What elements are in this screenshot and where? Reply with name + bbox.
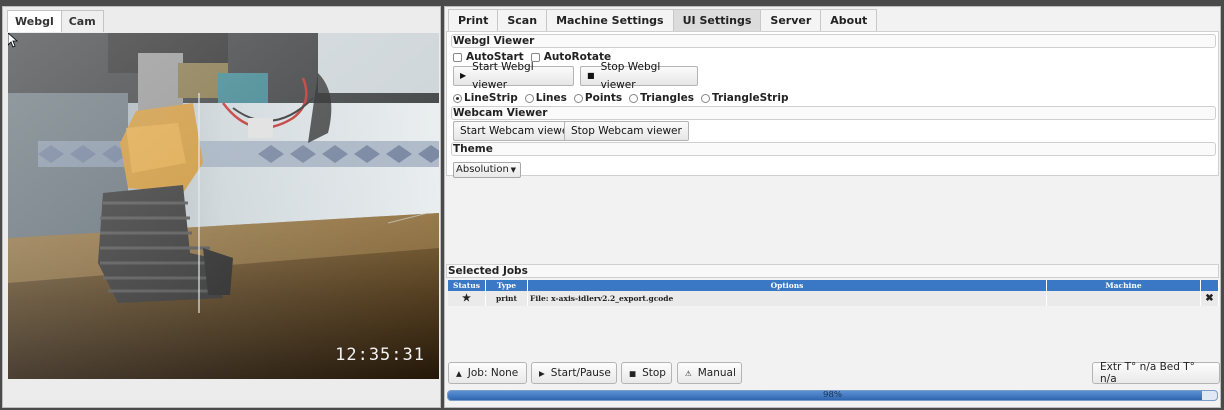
webgl-cam-panel: Webgl Cam 12:35:31 — [2, 6, 441, 408]
ui-settings-pane: Webgl Viewer AutoStart AutoRotate ▶ Star… — [446, 31, 1219, 178]
manual-button[interactable]: ⚠ Manual — [677, 362, 742, 384]
play-icon: ▶ — [539, 368, 545, 378]
autostart-checkbox[interactable] — [453, 52, 462, 62]
webcam-feed: 12:35:31 — [8, 33, 439, 379]
tab-print[interactable]: Print — [448, 9, 499, 32]
start-webgl-button[interactable]: ▶ Start Webgl viewer — [453, 61, 574, 91]
job-menu-button[interactable]: ▲ Job: None — [448, 362, 527, 384]
tab-scan[interactable]: Scan — [497, 9, 548, 32]
viewer-tabs: Webgl Cam — [7, 10, 104, 32]
stop-webcam-button[interactable]: Stop Webcam viewer — [564, 121, 689, 141]
render-mode-triangles[interactable]: Triangles — [629, 92, 694, 104]
selected-jobs-heading: Selected Jobs — [446, 264, 1219, 278]
job-machine — [1047, 291, 1201, 306]
theme-select-value: Absolution — [456, 164, 509, 175]
render-mode-lines[interactable]: Lines — [524, 92, 567, 104]
stop-button[interactable]: ■ Stop — [621, 362, 672, 384]
caret-up-icon: ▲ — [456, 368, 462, 378]
tab-ui-settings[interactable]: UI Settings — [672, 9, 762, 32]
webgl-viewer-heading: Webgl Viewer — [451, 34, 1216, 48]
stop-webgl-label: Stop Webgl viewer — [600, 61, 661, 91]
manual-control-icon: ⚠ — [685, 368, 692, 378]
trianglestrip-label: TriangleStrip — [712, 92, 789, 104]
dropdown-arrow-icon: ▼ — [510, 166, 516, 174]
tab-server[interactable]: Server — [760, 9, 822, 32]
triangles-label: Triangles — [640, 92, 695, 104]
play-icon: ▶ — [460, 71, 467, 80]
control-panel: Print Scan Machine Settings UI Settings … — [444, 6, 1221, 408]
tab-webgl[interactable]: Webgl — [7, 10, 62, 32]
tab-about[interactable]: About — [820, 9, 878, 32]
render-mode-points[interactable]: Points — [573, 92, 623, 104]
manual-label: Manual — [697, 367, 736, 379]
points-radio[interactable] — [573, 93, 583, 103]
triangles-radio[interactable] — [629, 93, 639, 103]
webcam-image — [8, 33, 439, 379]
stop-webgl-button[interactable]: ■ Stop Webgl viewer — [580, 61, 698, 91]
column-type[interactable]: Type — [486, 280, 528, 291]
mouse-cursor-icon — [8, 33, 18, 48]
render-mode-group: LineStrip Lines Points Triangles Triangl… — [453, 92, 795, 104]
column-options[interactable]: Options — [528, 280, 1047, 291]
stop-icon: ■ — [629, 368, 637, 378]
column-machine[interactable]: Machine — [1047, 280, 1201, 291]
temperature-button[interactable]: Extr T° n/a Bed T° n/a — [1092, 361, 1220, 385]
render-mode-linestrip[interactable]: LineStrip — [453, 92, 518, 104]
star-icon[interactable]: ★ — [448, 291, 486, 306]
start-pause-label: Start/Pause — [550, 367, 611, 379]
tab-cam[interactable]: Cam — [60, 10, 104, 32]
theme-select[interactable]: Absolution ▼ — [453, 162, 521, 178]
column-status[interactable]: Status — [448, 280, 486, 291]
trianglestrip-radio[interactable] — [701, 93, 711, 103]
job-menu-label: Job: None — [467, 367, 519, 379]
points-label: Points — [584, 92, 623, 104]
remove-job-icon[interactable]: ✖ — [1201, 291, 1219, 306]
progress-percent: 98% — [823, 390, 842, 400]
stop-label: Stop — [642, 367, 666, 379]
start-webgl-label: Start Webgl viewer — [472, 61, 534, 91]
start-webcam-button[interactable]: Start Webcam viewer — [453, 121, 580, 141]
linestrip-radio[interactable] — [453, 93, 462, 103]
stop-icon: ■ — [587, 71, 595, 80]
start-pause-button[interactable]: ▶ Start/Pause — [531, 362, 617, 384]
theme-heading: Theme — [451, 142, 1216, 156]
lines-radio[interactable] — [524, 93, 534, 103]
print-progress-bar: 98% — [447, 390, 1218, 401]
linestrip-label: LineStrip — [464, 92, 518, 104]
job-type: print — [486, 291, 528, 306]
jobs-table: Status Type Options Machine ★ print File… — [448, 280, 1219, 306]
camera-timestamp: 12:35:31 — [335, 345, 425, 365]
lines-label: Lines — [535, 92, 567, 104]
table-row[interactable]: ★ print File: x-axis-idlerv2.2_export.gc… — [448, 291, 1219, 306]
main-tabs: Print Scan Machine Settings UI Settings … — [448, 9, 878, 32]
webcam-viewer-heading: Webcam Viewer — [451, 106, 1216, 120]
column-actions — [1201, 280, 1219, 291]
jobs-table-header: Status Type Options Machine — [448, 280, 1219, 291]
job-options: File: x-axis-idlerv2.2_export.gcode — [528, 291, 1047, 306]
render-mode-trianglestrip[interactable]: TriangleStrip — [701, 92, 788, 104]
tab-machine-settings[interactable]: Machine Settings — [546, 9, 674, 32]
